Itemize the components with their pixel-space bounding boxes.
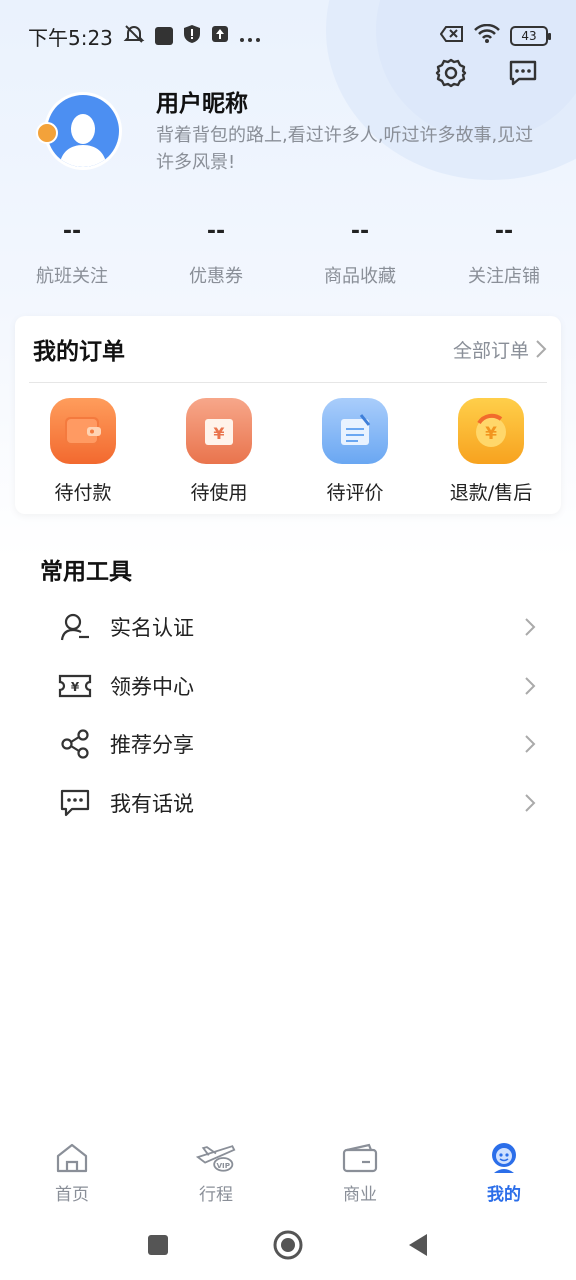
profile-section[interactable]: 用户昵称 背着背包的路上,看过许多人,听过许多故事,见过许多风景! bbox=[36, 84, 556, 184]
all-orders-label: 全部订单 bbox=[452, 339, 529, 362]
order-label: 待评价 bbox=[326, 482, 384, 504]
status-time: 下午5:23 bbox=[28, 25, 113, 50]
home-button[interactable] bbox=[268, 1225, 308, 1265]
shield-icon bbox=[183, 24, 201, 49]
share-icon bbox=[56, 725, 94, 763]
triangle-back-icon bbox=[409, 1234, 427, 1256]
stat-label: 航班关注 bbox=[36, 266, 108, 287]
wallet-icon bbox=[50, 398, 116, 464]
tool-label: 领券中心 bbox=[110, 674, 194, 699]
mascot-icon bbox=[484, 1140, 524, 1176]
tool-real-name-auth[interactable]: 实名认证 bbox=[56, 598, 536, 657]
stat-followed-shops[interactable]: -- 关注店铺 bbox=[432, 212, 576, 288]
more-dots-icon bbox=[239, 24, 261, 48]
order-to-review[interactable]: 待评价 bbox=[287, 398, 423, 505]
stats-row: -- 航班关注 -- 优惠券 -- 商品收藏 -- 关注店铺 bbox=[0, 212, 576, 288]
tool-label: 推荐分享 bbox=[110, 733, 194, 758]
nav-home[interactable]: 首页 bbox=[0, 1140, 144, 1210]
wifi-icon bbox=[474, 23, 500, 49]
svg-text:¥: ¥ bbox=[71, 680, 80, 694]
tool-coupon-center[interactable]: ¥ 领券中心 bbox=[56, 657, 536, 716]
nav-label: 商业 bbox=[343, 1185, 377, 1205]
recent-apps-button[interactable] bbox=[138, 1225, 178, 1265]
nav-trips[interactable]: VIP 行程 bbox=[144, 1140, 288, 1210]
system-nav bbox=[0, 1218, 576, 1272]
order-label: 退款/售后 bbox=[449, 482, 533, 504]
tool-label: 实名认证 bbox=[110, 616, 194, 641]
stat-value: -- bbox=[206, 219, 226, 244]
order-label: 待付款 bbox=[54, 482, 112, 504]
svg-text:¥: ¥ bbox=[213, 424, 224, 443]
nickname: 用户昵称 bbox=[156, 91, 248, 117]
coupon-icon: ¥ bbox=[56, 667, 94, 705]
order-label: 待使用 bbox=[190, 482, 248, 504]
stat-value: -- bbox=[62, 219, 82, 244]
orders-title: 我的订单 bbox=[33, 339, 125, 365]
stat-favorites[interactable]: -- 商品收藏 bbox=[288, 212, 432, 288]
stat-label: 优惠券 bbox=[189, 266, 243, 287]
stat-flight-follow[interactable]: -- 航班关注 bbox=[0, 212, 144, 288]
nav-label: 首页 bbox=[55, 1185, 89, 1205]
nav-label: 行程 bbox=[199, 1185, 233, 1205]
order-refund[interactable]: ¥ 退款/售后 bbox=[423, 398, 559, 505]
nav-mine[interactable]: 我的 bbox=[432, 1140, 576, 1210]
chevron-right-icon bbox=[525, 794, 536, 812]
back-button[interactable] bbox=[398, 1225, 438, 1265]
mute-icon bbox=[123, 23, 145, 50]
chevron-right-icon bbox=[525, 677, 536, 695]
chat-bubble-icon bbox=[56, 784, 94, 822]
review-note-icon bbox=[322, 398, 388, 464]
bottom-nav: 首页 VIP 行程 商业 我的 bbox=[0, 1140, 576, 1210]
stat-coupons[interactable]: -- 优惠券 bbox=[144, 212, 288, 288]
svg-text:¥: ¥ bbox=[485, 424, 497, 444]
orders-card: 我的订单 全部订单 待付款 ¥ 待使用 待评价 ¥ 退款/售后 bbox=[15, 316, 561, 514]
svg-text:VIP: VIP bbox=[216, 1161, 230, 1170]
stat-value: -- bbox=[350, 219, 370, 244]
tool-share[interactable]: 推荐分享 bbox=[56, 715, 536, 774]
stat-label: 商品收藏 bbox=[324, 266, 396, 287]
tool-label: 我有话说 bbox=[110, 791, 194, 816]
plane-vip-icon: VIP bbox=[196, 1140, 236, 1176]
order-pending-payment[interactable]: 待付款 bbox=[15, 398, 151, 505]
circle-icon bbox=[273, 1230, 303, 1260]
ticket-yen-icon: ¥ bbox=[186, 398, 252, 464]
user-id-icon bbox=[56, 608, 94, 646]
home-icon bbox=[52, 1140, 92, 1176]
stat-value: -- bbox=[494, 219, 514, 244]
tools-list: 实名认证 ¥ 领券中心 推荐分享 我有话说 bbox=[56, 598, 536, 832]
bio: 背着背包的路上,看过许多人,听过许多故事,见过许多风景! bbox=[156, 125, 534, 173]
avatar-badge-icon bbox=[36, 122, 58, 144]
sim-off-icon bbox=[439, 24, 464, 48]
chevron-right-icon bbox=[525, 735, 536, 753]
stat-label: 关注店铺 bbox=[468, 266, 540, 287]
order-to-use[interactable]: ¥ 待使用 bbox=[151, 398, 287, 505]
battery-indicator: 43 bbox=[510, 26, 551, 46]
wallet-card-icon bbox=[340, 1140, 380, 1176]
upload-icon bbox=[211, 24, 229, 48]
app-notification-icon bbox=[154, 27, 173, 45]
tool-feedback[interactable]: 我有话说 bbox=[56, 774, 536, 833]
chevron-right-icon bbox=[525, 618, 536, 636]
chevron-right-icon bbox=[536, 340, 547, 358]
all-orders-link[interactable]: 全部订单 bbox=[453, 336, 547, 363]
square-icon bbox=[148, 1235, 168, 1255]
refund-coin-icon: ¥ bbox=[458, 398, 524, 464]
nav-business[interactable]: 商业 bbox=[288, 1140, 432, 1210]
tools-title: 常用工具 bbox=[40, 559, 132, 585]
nav-label: 我的 bbox=[487, 1185, 521, 1205]
user-silhouette-icon bbox=[59, 114, 107, 167]
